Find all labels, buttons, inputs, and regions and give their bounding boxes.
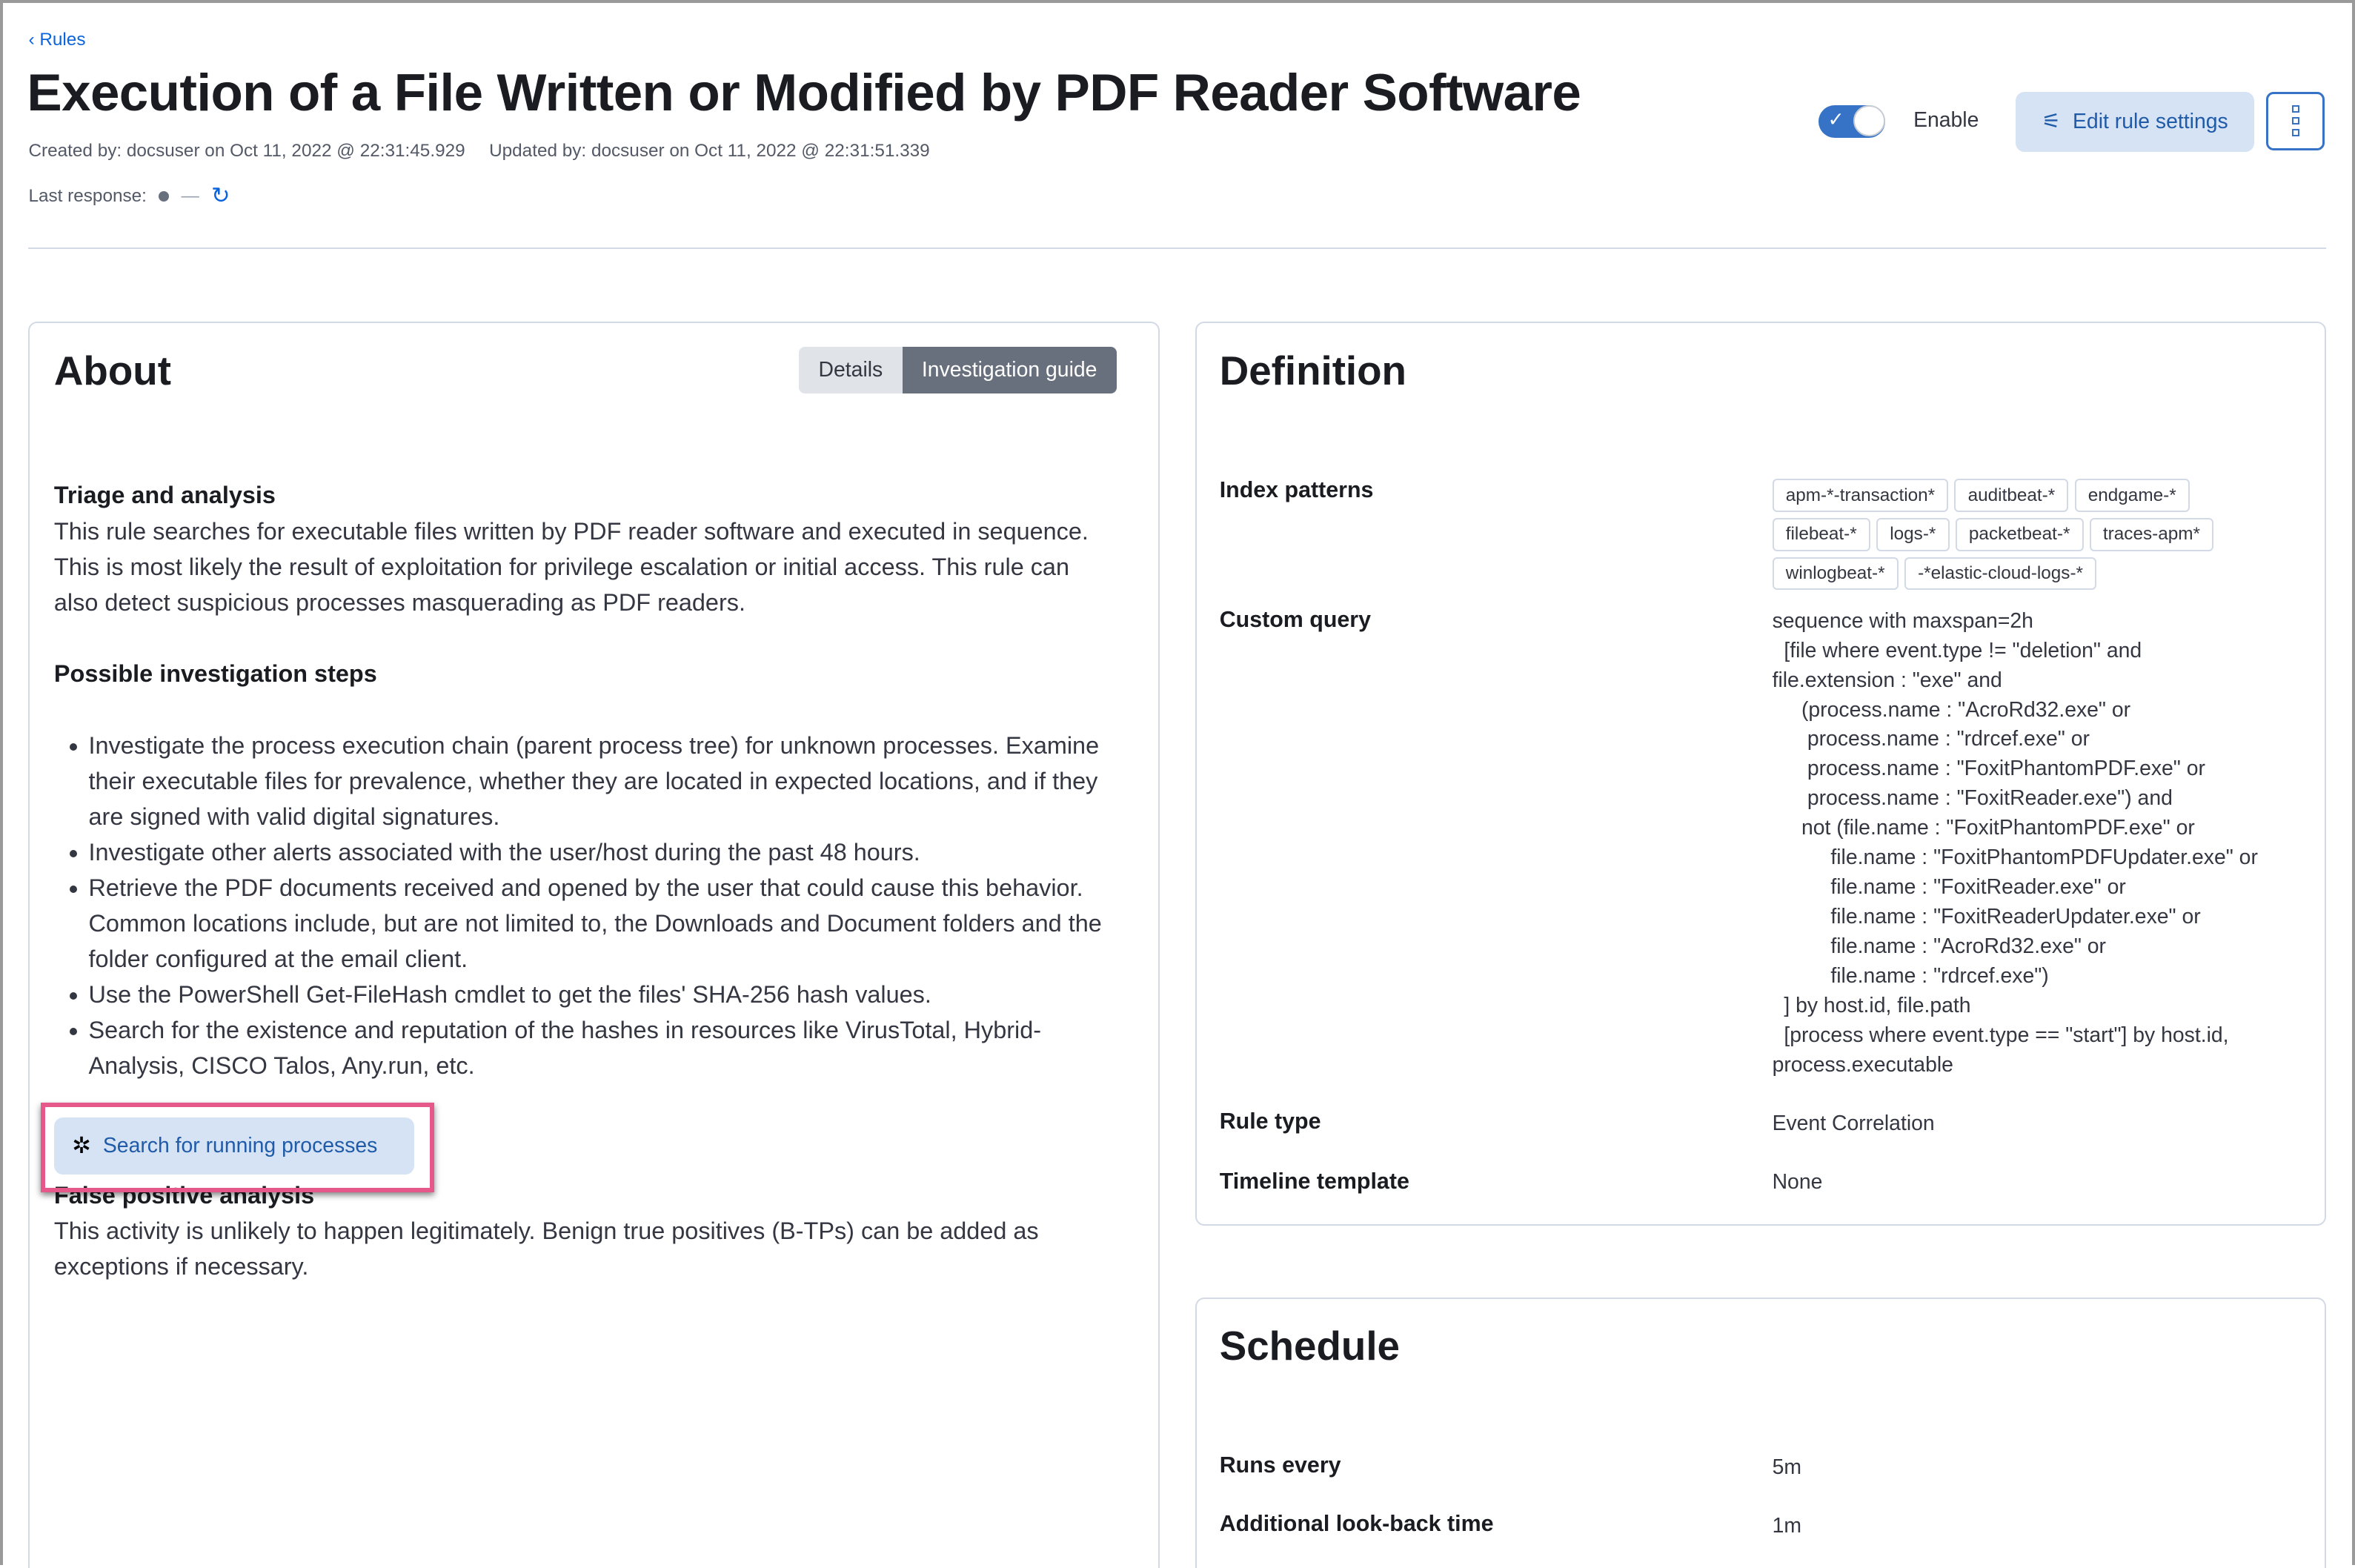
check-icon: ✓ (1827, 107, 1844, 130)
query-line: not (file.name : "FoxitPhantomPDF.exe" o… (1772, 816, 2195, 840)
query-line: process.name : "rdrcef.exe" or (1772, 727, 2090, 751)
index-badge: endgame-* (2074, 479, 2190, 512)
index-badge: auditbeat-* (1954, 479, 2069, 512)
rule-type-value: Event Correlation (1772, 1111, 1935, 1135)
refresh-icon[interactable]: ↻ (211, 183, 230, 209)
triage-text: This rule searches for executable files … (53, 517, 1089, 616)
search-running-processes-button[interactable]: ✲ Search for running processes (53, 1117, 415, 1175)
sliders-icon: ⚟ (2042, 110, 2061, 134)
index-badge: -*elastic-cloud-logs-* (1904, 557, 2097, 591)
steps-heading: Possible investigation steps (53, 660, 377, 688)
index-badge: winlogbeat-* (1772, 557, 1899, 591)
list-item: Retrieve the PDF documents received and … (89, 870, 1113, 977)
toggle-knob (1853, 104, 1885, 137)
false-positive-section: False positive analysis This activity is… (54, 1177, 1113, 1284)
tab-details[interactable]: Details (799, 347, 903, 393)
list-item: Investigate other alerts associated with… (89, 834, 1113, 870)
chevron-left-icon: ‹ (28, 30, 40, 50)
query-line: file.name : "FoxitPhantomPDFUpdater.exe"… (1772, 846, 2258, 870)
rule-meta: Created by: docsuser on Oct 11, 2022 @ 2… (28, 141, 954, 162)
list-item: Use the PowerShell Get-FileHash cmdlet t… (89, 977, 1113, 1012)
list-item: Search for the existence and reputation … (89, 1012, 1113, 1083)
edit-rule-settings-button[interactable]: ⚟ Edit rule settings (2015, 91, 2255, 152)
last-response-label: Last response: (28, 185, 147, 206)
query-line: sequence with maxspan=2h (1772, 608, 2033, 633)
query-line: file.extension : "exe" and (1772, 668, 2002, 692)
query-line: process.name : "FoxitReader.exe") and (1772, 786, 2173, 811)
enable-toggle[interactable]: ✓ (1818, 104, 1885, 139)
runs-every-label: Runs every (1219, 1452, 1341, 1478)
investigation-guide: Triage and analysis This rule searches f… (54, 477, 1113, 1083)
updated-by: Updated by: docsuser on Oct 11, 2022 @ 2… (489, 141, 930, 162)
rule-type-label: Rule type (1219, 1108, 1321, 1134)
schedule-title: Schedule (1219, 1322, 1400, 1369)
triage-heading: Triage and analysis (53, 482, 276, 509)
lookback-label: Additional look-back time (1219, 1510, 1494, 1536)
runs-every-value: 5m (1772, 1455, 1801, 1479)
query-line: (process.name : "AcroRd32.exe" or (1772, 697, 2131, 722)
about-tabs: Details Investigation guide (799, 347, 1117, 393)
query-line: [process where event.type == "start"] by… (1772, 1023, 2229, 1047)
lookback-value: 1m (1772, 1513, 1801, 1538)
index-badge: filebeat-* (1772, 518, 1870, 551)
last-response-value: — (181, 185, 199, 206)
tab-investigation-guide[interactable]: Investigation guide (902, 347, 1117, 393)
index-patterns: apm-*-transaction* auditbeat-* endgame-*… (1772, 479, 2283, 591)
index-patterns-label: Index patterns (1219, 477, 1374, 503)
list-item: Investigate the process execution chain … (89, 728, 1113, 834)
query-line: file.name : "rdrcef.exe") (1772, 963, 2049, 988)
back-to-rules-link[interactable]: ‹ Rules (28, 30, 85, 50)
steps-list: Investigate the process execution chain … (54, 728, 1113, 1083)
index-badge: packetbeat-* (1955, 518, 2084, 551)
query-line: file.name : "AcroRd32.exe" or (1772, 934, 2107, 958)
about-title: About (53, 348, 171, 394)
index-badge: logs-* (1876, 518, 1950, 551)
status-dot-icon (159, 190, 170, 202)
timeline-template-label: Timeline template (1219, 1168, 1409, 1194)
page-title: Execution of a File Written or Modified … (27, 64, 1581, 123)
divider (28, 248, 2327, 250)
created-by: Created by: docsuser on Oct 11, 2022 @ 2… (28, 141, 465, 162)
fp-text: This activity is unlikely to happen legi… (53, 1217, 1039, 1280)
query-line: file.name : "FoxitReaderUpdater.exe" or (1772, 904, 2201, 928)
definition-title: Definition (1219, 348, 1406, 394)
last-response: Last response: — ↻ (28, 183, 230, 209)
custom-query: sequence with maxspan=2h [file where eve… (1773, 607, 2258, 1080)
rule-details-page: ‹ Rules Execution of a File Written or M… (0, 0, 2355, 1568)
query-line: [file where event.type != "deletion" and (1772, 638, 2142, 662)
index-badge: apm-*-transaction* (1772, 479, 1949, 512)
custom-query-label: Custom query (1219, 606, 1372, 632)
query-line: process.name : "FoxitPhantomPDF.exe" or (1772, 757, 2205, 781)
enable-label: Enable (1913, 107, 1979, 132)
query-line: file.name : "FoxitReader.exe" or (1772, 875, 2126, 900)
more-actions-button[interactable] (2266, 91, 2325, 150)
query-line: ] by host.id, file.path (1772, 993, 1971, 1017)
osquery-icon: ✲ (72, 1132, 91, 1158)
timeline-template-value: None (1772, 1169, 1823, 1194)
index-badge: traces-apm* (2089, 518, 2214, 551)
query-line: process.executable (1772, 1052, 1953, 1077)
